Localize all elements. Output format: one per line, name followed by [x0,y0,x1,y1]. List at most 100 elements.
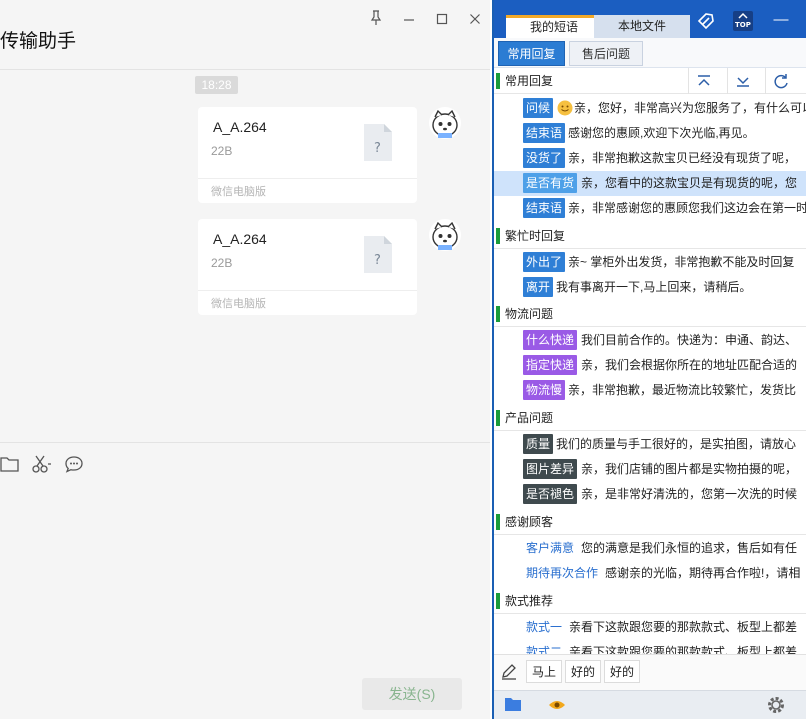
tab-after-sales[interactable]: 售后问题 [569,41,643,66]
expand-all-icon[interactable] [727,68,757,94]
svg-text:TOP: TOP [735,21,751,29]
phrase-text: 亲看下这款跟您要的那款款式、板型上都差 [569,645,798,654]
phrase-tag: 图片差异 [523,459,578,479]
maximize-button[interactable] [432,10,452,30]
phrase-text: 我们的质量与手工很好的，是实拍图，请放心 [556,437,797,451]
phrase-tag: 物流慢 [523,380,566,400]
message-area: 18:28 A_A.264 22B ? 微信电脑版 A_A.264 22B ? … [0,70,490,442]
phrase-item[interactable]: 客户满意 您的满意是我们永恒的追求，售后如有任 [494,536,806,561]
chat-bubble-icon[interactable] [64,455,86,475]
phrase-list[interactable]: 常用回复 问候 亲，您好，非常高兴为您服务了，有什么可以帮您 结束语 感谢您的惠… [494,68,806,654]
close-button[interactable] [465,10,485,30]
phrase-item[interactable]: 外出了 亲~ 掌柜外出发货，非常抱歉不能及时回复 [494,250,806,275]
group-marker [496,306,500,322]
group-title: 感谢顾客 [505,515,554,529]
group-title: 款式推荐 [505,594,554,608]
phrase-item[interactable]: 物流慢 亲，非常抱歉，最近物流比较繁忙，发货比 [494,378,806,403]
phrase-text: 亲，是非常好清洗的，您第一次洗的时候 [581,487,798,501]
phrase-text: 亲，非常感谢您的惠顾您我们这边会在第一时 [568,201,806,215]
phrase-tag: 期待再次合作 [526,566,599,580]
minimize-button[interactable]: — [770,9,792,31]
quick-phrase-button[interactable]: 好的 [604,660,641,683]
chat-window: 传输助手 18:28 A_A.264 22B ? 微信电脑版 A_A.264 2… [0,0,490,719]
send-button[interactable]: 发送(S) [362,678,462,710]
phrase-text: 亲~ 掌柜外出发货，非常抱歉不能及时回复 [568,255,795,269]
phrase-tag: 款式一 [526,620,563,634]
phrase-text: 感谢亲的光临，期待再合作啦!，请相 [605,566,801,580]
phrase-text: 亲，我们店铺的图片都是实物拍摄的呢， [581,462,798,476]
group-header[interactable]: 款式推荐 [494,588,806,614]
phrase-item[interactable]: 没货了 亲，非常抱歉这款宝贝已经没有现货了呢， [494,146,806,171]
file-size: 22B [211,256,233,270]
bubble-divider [198,178,417,179]
phrase-item[interactable]: 离开 我有事离开一下,马上回来，请稍后。 [494,275,806,300]
phrase-tag: 结束语 [523,198,566,218]
timestamp-badge: 18:28 [195,76,238,94]
phrase-item[interactable]: 期待再次合作 感谢亲的光临，期待再合作啦!，请相 [494,561,806,586]
phrase-text: 感谢您的惠顾,欢迎下次光临,再见。 [568,126,755,140]
avatar[interactable] [428,106,462,140]
group-header[interactable]: 繁忙时回复 [494,223,806,249]
bubble-divider [198,290,417,291]
avatar[interactable] [428,218,462,252]
file-message-bubble[interactable]: A_A.264 22B ? 微信电脑版 [198,107,417,203]
tab-local-files[interactable]: 本地文件 [594,15,690,38]
phrase-text: 亲，您好，非常高兴为您服务了，有什么可以帮您 [574,101,806,115]
file-size: 22B [211,144,233,158]
unknown-file-icon: ? [363,235,393,274]
tag-icon[interactable] [695,10,717,32]
folder-icon[interactable] [504,696,522,715]
quick-phrase-button[interactable]: 马上 [526,660,563,683]
quick-phrase-button[interactable]: 好的 [565,660,602,683]
phrase-tag: 外出了 [523,252,566,272]
chat-header: 传输助手 [0,0,490,70]
group-marker [496,73,500,89]
smile-emoji-icon [557,100,573,121]
phrase-item[interactable]: 是否褪色 亲，是非常好清洗的，您第一次洗的时候 [494,482,806,507]
group-header[interactable]: 感谢顾客 [494,509,806,535]
phrase-tag: 什么快递 [523,330,578,350]
phrase-tag: 指定快递 [523,355,578,375]
group-title: 物流问题 [505,307,554,321]
panel-header: 我的短语 本地文件 TOP — [494,0,806,38]
phrase-item-selected[interactable]: 是否有货 亲，您看中的这款宝贝是有现货的呢，您 [494,171,806,196]
tab-common-replies[interactable]: 常用回复 [498,41,565,66]
edit-icon[interactable] [500,663,518,684]
file-source: 微信电脑版 [211,186,266,198]
group-header[interactable]: 物流问题 [494,301,806,327]
phrase-item[interactable]: 结束语 亲，非常感谢您的惠顾您我们这边会在第一时 [494,196,806,221]
group-marker [496,410,500,426]
group-title: 繁忙时回复 [505,229,566,243]
group-header[interactable]: 常用回复 [494,68,806,94]
file-name: A_A.264 [213,119,267,135]
unknown-file-icon: ? [363,123,393,162]
file-message-bubble[interactable]: A_A.264 22B ? 微信电脑版 [198,219,417,315]
top-icon[interactable]: TOP [732,10,754,32]
phrase-item[interactable]: 指定快递 亲，我们会根据你所在的地址匹配合适的 [494,353,806,378]
phrase-item[interactable]: 结束语 感谢您的惠顾,欢迎下次光临,再见。 [494,121,806,146]
minimize-button[interactable] [399,10,419,30]
eye-icon[interactable] [548,698,566,715]
phrase-item[interactable]: 什么快递 我们目前合作的。快递为：申通、韵达、 [494,328,806,353]
phrase-tag: 离开 [523,277,554,297]
phrase-item[interactable]: 图片差异 亲，我们店铺的图片都是实物拍摄的呢， [494,457,806,482]
phrase-item[interactable]: 款式二 亲看下这款跟您要的那款款式、板型上都差 [494,640,806,654]
svg-text:?: ? [374,253,381,268]
phrase-item[interactable]: 质量 我们的质量与手工很好的，是实拍图，请放心 [494,432,806,457]
input-area[interactable]: 发送(S) [0,442,490,719]
folder-icon[interactable] [0,455,22,475]
refresh-icon[interactable] [765,68,795,94]
scissors-icon[interactable] [31,455,53,475]
group-title: 产品问题 [505,411,554,425]
phrase-text: 亲，您看中的这款宝贝是有现货的呢，您 [581,176,798,190]
gear-icon[interactable] [766,695,786,718]
pin-icon[interactable] [366,10,386,30]
phrase-text: 我有事离开一下,马上回来，请稍后。 [556,280,752,294]
quick-reply-panel: 我的短语 本地文件 TOP — 常用回复 售后问题 常用回复 问候 亲，您好，非… [492,0,806,719]
phrase-item[interactable]: 问候 亲，您好，非常高兴为您服务了，有什么可以帮您 [494,96,806,121]
phrase-item[interactable]: 款式一 亲看下这款跟您要的那款款式、板型上都差 [494,615,806,640]
group-header[interactable]: 产品问题 [494,405,806,431]
tab-my-phrases[interactable]: 我的短语 [506,15,602,38]
collapse-all-icon[interactable] [688,68,718,94]
phrase-text: 亲，我们会根据你所在的地址匹配合适的 [581,358,798,372]
